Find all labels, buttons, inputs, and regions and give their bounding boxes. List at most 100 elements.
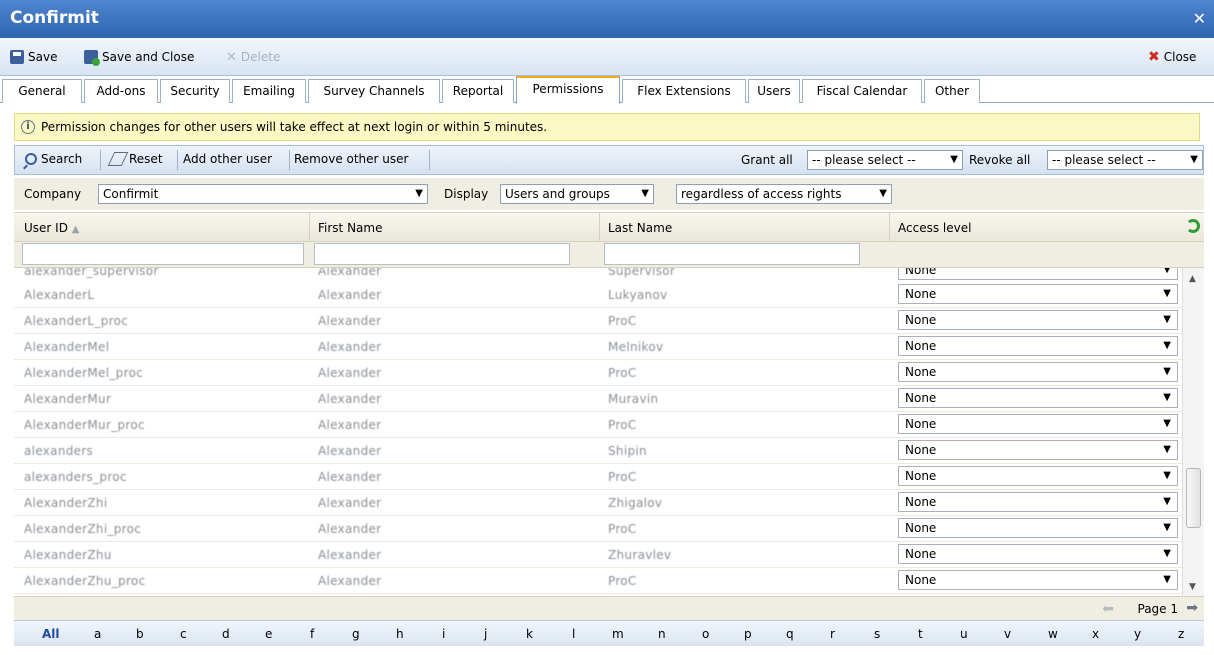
access-level-select[interactable]: None ▼ [898,466,1178,486]
table-row[interactable]: AlexanderZhu Alexander Zhuravlev None ▼ [14,542,1182,568]
tab-add-ons[interactable]: Add-ons [84,79,158,103]
alpha-filter-t[interactable]: t [918,627,923,641]
access-level-select[interactable]: None ▼ [898,440,1178,460]
access-level-select[interactable]: None ▼ [898,492,1178,512]
alpha-filter-k[interactable]: k [526,627,533,641]
tab-reportal[interactable]: Reportal [442,79,514,103]
alpha-filter-d[interactable]: d [222,627,230,641]
access-level-select[interactable]: None ▼ [898,544,1178,564]
alpha-filter-m[interactable]: m [612,627,624,641]
access-level-select[interactable]: None ▼ [898,388,1178,408]
alpha-filter-s[interactable]: s [874,627,880,641]
alpha-filter-q[interactable]: q [786,627,794,641]
first-name-cell: Alexander [318,268,382,278]
table-row[interactable]: AlexanderZhi Alexander Zhigalov None ▼ [14,490,1182,516]
access-level-select[interactable]: None ▼ [898,336,1178,356]
access-level-select[interactable]: None ▼ [898,518,1178,538]
user-id-filter-input[interactable] [22,243,304,265]
alpha-filter-i[interactable]: i [442,627,445,641]
table-row[interactable]: AlexanderZhi_proc Alexander ProC None ▼ [14,516,1182,542]
user-id-cell: AlexanderMel_proc [24,366,144,380]
access-level-select[interactable]: None ▼ [898,268,1178,280]
tab-survey-channels[interactable]: Survey Channels [308,79,440,103]
last-name-filter-input[interactable] [604,243,860,265]
table-row[interactable]: AlexanderMur_proc Alexander ProC None ▼ [14,412,1182,438]
alpha-filter-r[interactable]: r [830,627,835,641]
refresh-icon[interactable] [1186,219,1200,233]
alpha-filter-a[interactable]: a [94,627,101,641]
column-divider [599,213,600,243]
close-button[interactable]: ✖ Close [1148,47,1196,67]
table-row[interactable]: alexanders_proc Alexander ProC None ▼ [14,464,1182,490]
previous-page-icon[interactable]: ⬅ [1102,601,1114,617]
save-and-close-button[interactable]: Save and Close [84,47,194,67]
alpha-filter-p[interactable]: p [744,627,752,641]
table-row[interactable]: AlexanderMur Alexander Muravin None ▼ [14,386,1182,412]
alpha-filter-j[interactable]: j [484,627,487,641]
table-row[interactable]: AlexanderZhu_proc Alexander ProC None ▼ [14,568,1182,594]
access-level-select[interactable]: None ▼ [898,570,1178,590]
next-page-icon[interactable]: ➡ [1186,600,1198,616]
alpha-filter-z[interactable]: z [1178,627,1184,641]
vertical-scrollbar[interactable]: ▲ ▼ [1182,268,1204,596]
access-level-select[interactable]: None ▼ [898,310,1178,330]
access-rights-select[interactable]: regardless of access rights ▼ [676,184,892,204]
revoke-all-select[interactable]: -- please select -- ▼ [1047,150,1203,170]
alpha-filter-x[interactable]: x [1092,627,1099,641]
alpha-filter-all[interactable]: All [42,627,60,641]
alpha-filter-b[interactable]: b [136,627,144,641]
tab-general[interactable]: General [2,79,82,103]
alpha-filter-o[interactable]: o [702,627,709,641]
grant-all-select[interactable]: -- please select -- ▼ [807,150,963,170]
search-label: Search [41,152,83,166]
search-button[interactable]: Search [25,152,82,166]
scroll-down-icon[interactable]: ▼ [1189,582,1196,592]
column-header-user-id[interactable]: User ID ▲ [24,221,79,235]
access-level-select[interactable]: None ▼ [898,414,1178,434]
tab-users[interactable]: Users [748,79,800,103]
column-header-last-name[interactable]: Last Name [608,221,672,235]
tab-other[interactable]: Other [924,79,980,103]
revoke-all-label: Revoke all [969,153,1031,167]
table-row[interactable]: AlexanderL_proc Alexander ProC None ▼ [14,308,1182,334]
alpha-filter-l[interactable]: l [572,627,575,641]
tab-security[interactable]: Security [160,79,230,103]
table-row[interactable]: AlexanderMel_proc Alexander ProC None ▼ [14,360,1182,386]
access-level-select[interactable]: None ▼ [898,284,1178,304]
access-level-select[interactable]: None ▼ [898,362,1178,382]
chevron-down-icon: ▼ [641,188,649,199]
tab-permissions[interactable]: Permissions [516,76,620,104]
alpha-filter-w[interactable]: w [1048,627,1058,641]
alpha-filter-c[interactable]: c [180,627,187,641]
tab-flex-extensions[interactable]: Flex Extensions [622,79,746,103]
tab-fiscal-calendar[interactable]: Fiscal Calendar [802,79,922,103]
alpha-filter-y[interactable]: y [1134,627,1141,641]
scroll-up-icon[interactable]: ▲ [1189,274,1196,284]
table-row[interactable]: alexanders Alexander Shipin None ▼ [14,438,1182,464]
last-name-cell: Zhuravlev [608,548,672,562]
first-name-filter-input[interactable] [314,243,570,265]
scrollbar-thumb[interactable] [1186,468,1201,528]
window-close-icon[interactable]: ✕ [1193,9,1206,28]
column-header-first-name[interactable]: First Name [318,221,382,235]
alpha-filter-e[interactable]: e [265,627,272,641]
tab-emailing[interactable]: Emailing [232,79,306,103]
alpha-filter-u[interactable]: u [960,627,968,641]
alpha-filter-g[interactable]: g [352,627,360,641]
alpha-filter-h[interactable]: h [396,627,404,641]
save-button[interactable]: Save [10,47,57,67]
display-select[interactable]: Users and groups ▼ [500,184,654,204]
delete-button[interactable]: ✕ Delete [226,47,280,67]
remove-other-user-button[interactable]: Remove other user [294,152,408,166]
table-row[interactable]: AlexanderL Alexander Lukyanov None ▼ [14,282,1182,308]
table-row[interactable]: AlexanderMel Alexander Melnikov None ▼ [14,334,1182,360]
alpha-filter-v[interactable]: v [1004,627,1011,641]
chevron-down-icon: ▼ [1163,574,1171,585]
reset-button[interactable]: Reset [107,152,163,166]
alpha-filter-f[interactable]: f [310,627,314,641]
company-select[interactable]: Confirmit ▼ [98,184,428,204]
add-other-user-button[interactable]: Add other user [183,152,272,166]
first-name-cell: Alexander [318,366,382,380]
alpha-filter-n[interactable]: n [658,627,666,641]
column-header-access-level[interactable]: Access level [898,221,971,235]
